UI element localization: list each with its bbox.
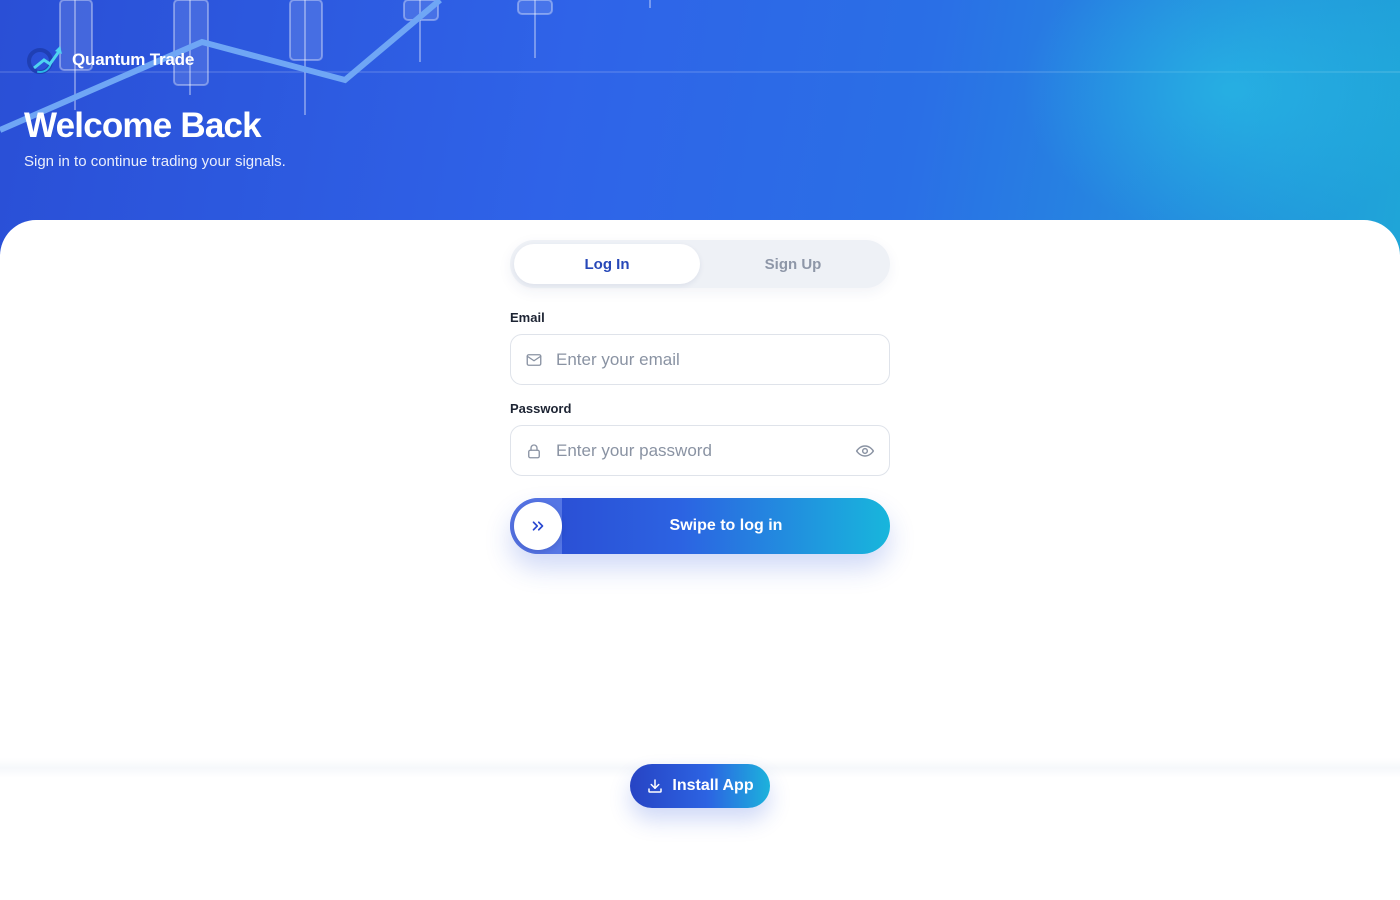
double-chevron-right-icon: [532, 521, 544, 531]
quantum-trade-logo: [27, 46, 62, 74]
mail-icon: [526, 353, 542, 366]
swipe-handle[interactable]: [514, 502, 562, 550]
download-icon: [648, 779, 663, 793]
auth-tabs: Log In Sign Up: [510, 240, 890, 288]
password-field[interactable]: [556, 440, 855, 461]
install-app-label: Install App: [672, 777, 754, 794]
page-title: Welcome Back: [24, 106, 262, 145]
page-subtitle: Sign in to continue trading your signals…: [24, 153, 286, 170]
swipe-to-login[interactable]: Swipe to log in: [510, 498, 890, 554]
email-field-container: [510, 334, 890, 385]
lock-icon: [528, 443, 540, 458]
install-app-button[interactable]: Install App: [630, 764, 770, 808]
email-field[interactable]: [556, 349, 875, 370]
brand-name: Quantum Trade: [72, 50, 195, 69]
tab-sign-up[interactable]: Sign Up: [700, 244, 886, 284]
tab-log-in[interactable]: Log In: [514, 244, 700, 284]
password-field-container: [510, 425, 890, 476]
swipe-label: Swipe to log in: [669, 517, 783, 534]
password-label: Password: [510, 401, 572, 416]
eye-icon[interactable]: [855, 441, 875, 461]
brand: Quantum Trade: [24, 44, 194, 76]
email-label: Email: [510, 310, 545, 325]
